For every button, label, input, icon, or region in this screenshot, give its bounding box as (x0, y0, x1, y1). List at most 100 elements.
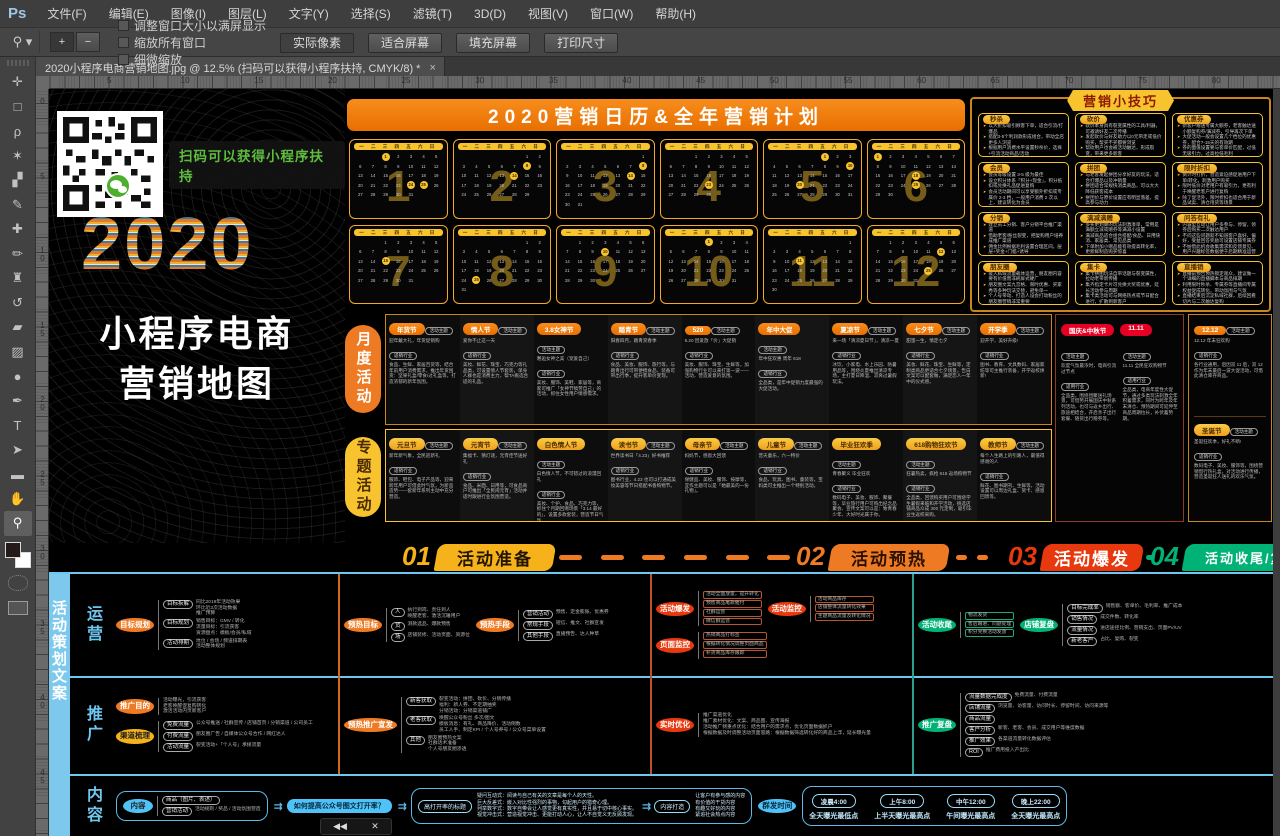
rewind-icon[interactable]: ◀◀ (333, 821, 347, 832)
tip-card: 满减满赠多买更划算的玩法刺激凑单，常用是满额立减或赠券等满减小设置满减商品适合组… (1075, 212, 1166, 256)
field-industry-label: 适销行业 (1194, 453, 1222, 461)
checkbox-box[interactable] (118, 54, 129, 65)
eraser-tool[interactable]: ▰ (4, 315, 32, 340)
calendar-day: 6 (665, 162, 678, 172)
calendar-day: 6 (495, 162, 508, 172)
calendar-day: 29 (574, 276, 587, 286)
menu-item-W[interactable]: 窗口(W) (579, 7, 644, 21)
calendar-day: 22 (379, 181, 392, 191)
path-select-tool[interactable]: ➤ (4, 438, 32, 463)
option-button[interactable]: 填充屏幕 (456, 33, 530, 53)
option-button[interactable]: 适合屏幕 (368, 33, 442, 53)
pen-tool[interactable]: ✒ (4, 389, 32, 414)
shape-tool[interactable]: ▬ (4, 462, 32, 487)
vertical-ruler[interactable]: 051015202530354045 (36, 89, 49, 836)
hand-tool[interactable]: ✋ (4, 487, 32, 512)
menu-item-Y[interactable]: 文字(Y) (278, 7, 340, 21)
tip-title: 秒杀 (983, 115, 1010, 124)
calendar-day: 29 (379, 190, 392, 200)
gradient-tool[interactable]: ▨ (4, 340, 32, 365)
calendar-day: 29 (521, 190, 534, 200)
calendar-day: 21 (806, 181, 819, 191)
magic-wand-tool[interactable]: ✶ (4, 144, 32, 169)
mindmap-branch-label: 新客获取 (406, 697, 436, 706)
healing-brush-tool[interactable]: ✚ (4, 217, 32, 242)
calendar-day: 25 (470, 190, 483, 200)
floating-mini-controls[interactable]: ◀◀ ✕ (320, 818, 392, 835)
horizontal-ruler[interactable]: 5101520253035404550556065707580 (36, 76, 1280, 89)
zoom-in-button[interactable]: + (50, 32, 74, 52)
calendar-day: 2 (533, 238, 546, 248)
history-brush-tool[interactable]: ↺ (4, 291, 32, 316)
move-tool[interactable]: ✛ (4, 70, 32, 95)
zoom-tool[interactable]: ⚲ (4, 511, 32, 536)
calendar-day: 10 (405, 162, 418, 172)
calendar-day: 17 (715, 171, 728, 181)
option-button[interactable]: 打印尺寸 (544, 33, 618, 53)
calendar-highlight-day: 1 (874, 153, 882, 161)
special-theme: 12.12 年末狂欢购 (1194, 338, 1266, 344)
activity-industry: 鲜花、图书期刊、生鲜等，活动设置可以周边礼盒、贺卡、感恩回馈等。 (980, 483, 1048, 500)
activity-card-title: 618购物狂欢节 (906, 438, 965, 450)
foreground-color-swatch[interactable] (5, 542, 21, 558)
mindmap-leaves: 推广费用投入产出比 (986, 748, 1029, 754)
marquee-tool[interactable]: □ (4, 95, 32, 120)
menu-item-3DD[interactable]: 3D(D) (463, 7, 517, 21)
mindmap-root-node: 实时优化 (656, 718, 694, 733)
menu-item-F[interactable]: 文件(F) (36, 7, 97, 21)
calendar-day: 23 (533, 181, 546, 191)
option-checkbox[interactable]: 细微缩放 (118, 51, 266, 68)
option-checkbox[interactable]: 缩放所有窗口 (118, 34, 266, 51)
menu-item-V[interactable]: 视图(V) (517, 7, 579, 21)
menu-item-T[interactable]: 滤镜(T) (402, 7, 463, 21)
color-swatches[interactable] (5, 542, 31, 568)
calendar-day: 18 (612, 257, 625, 267)
calendar-day: 19 (665, 266, 678, 276)
calendar-day: 15 (574, 257, 587, 267)
calendar-day: 23 (715, 266, 728, 276)
checkbox-box[interactable] (118, 20, 129, 31)
calendar-blank (354, 152, 367, 162)
crop-tool[interactable]: ▞ (4, 168, 32, 193)
toolbar-grip[interactable] (7, 60, 29, 66)
blur-tool[interactable]: ● (4, 364, 32, 389)
activity-industry: 冰饮、小家电、水上乐园、防暑用品等，围绕炎夏推出清凉专场，主打夏日降温、凉爽过暑… (832, 362, 900, 385)
calendar-day: 25 (793, 276, 806, 286)
mindmap-leaves: 短信、推文、社群宣发 (556, 621, 604, 627)
mindmap-branch-label: 其他手段 (523, 632, 553, 641)
calendar-day: 21 (677, 181, 690, 191)
menu-item-H[interactable]: 帮助(H) (644, 7, 707, 21)
calendar-day: 13 (677, 257, 690, 267)
screen-mode-button[interactable] (8, 601, 28, 615)
clone-stamp-tool[interactable]: ♜ (4, 266, 32, 291)
mindmap-leaf: 测款选品、爆款预售 (408, 622, 451, 628)
calendar-day: 8 (574, 247, 587, 257)
calendar-day: 14 (561, 257, 574, 267)
checkbox-box[interactable] (118, 37, 129, 48)
option-button[interactable]: 实际像素 (280, 33, 354, 53)
zoom-tool-preset-icon[interactable]: ⚲ ▾ (6, 31, 40, 53)
quick-mask-button[interactable] (8, 575, 28, 591)
eyedropper-tool[interactable]: ✎ (4, 193, 32, 218)
mindmap-branch: 新客获取裂变活动：拼团、砍价、分销传播福利：新人券、不定期抽奖分销活动：分销渠道… (406, 697, 546, 714)
close-icon[interactable]: ✕ (371, 821, 379, 832)
activity-card: 毕业狂欢季活动主题青春聚义 毕业狂欢适销行业数码电子、美妆、服饰、聚餐等，毕业旅… (829, 430, 903, 521)
tab-close-icon[interactable]: × (429, 62, 435, 74)
vertical-scrollbar[interactable] (1273, 76, 1280, 836)
sendtime-pill: 凌晨4:00 (812, 794, 856, 808)
mindmap-root-node: 活动爆发 (656, 602, 694, 617)
plan-cell-r1c1: 目标规划目标拆解同比2019年活动效果环比近3次活动数据推广预算目标规划销售目标… (110, 574, 338, 676)
calendar-day: 15 (702, 257, 715, 267)
type-tool[interactable]: T (4, 413, 32, 438)
calendar-day: 30 (884, 190, 897, 200)
mindmap-branch-label: 目标完成率 (1067, 604, 1103, 613)
lasso-tool[interactable]: ρ (4, 119, 32, 144)
zoom-out-button[interactable]: − (76, 32, 100, 52)
brush-tool[interactable]: ✏ (4, 242, 32, 267)
menu-item-S[interactable]: 选择(S) (340, 7, 402, 21)
option-checkbox[interactable]: 调整窗口大小以满屏显示 (118, 17, 266, 34)
mindmap-leaf: 店铺装修、活动页面、资源位 (408, 633, 470, 639)
mindmap-leaf: 新客、老客、会员、成交用户等维度数据 (998, 726, 1084, 732)
special-theme: 欢度气氛最浓时，电商引流过节点 (1061, 363, 1117, 375)
activity-industry: 图书、教育、文具数码、家居家纺等可主推行装备，开学返校焕新! (980, 362, 1048, 379)
